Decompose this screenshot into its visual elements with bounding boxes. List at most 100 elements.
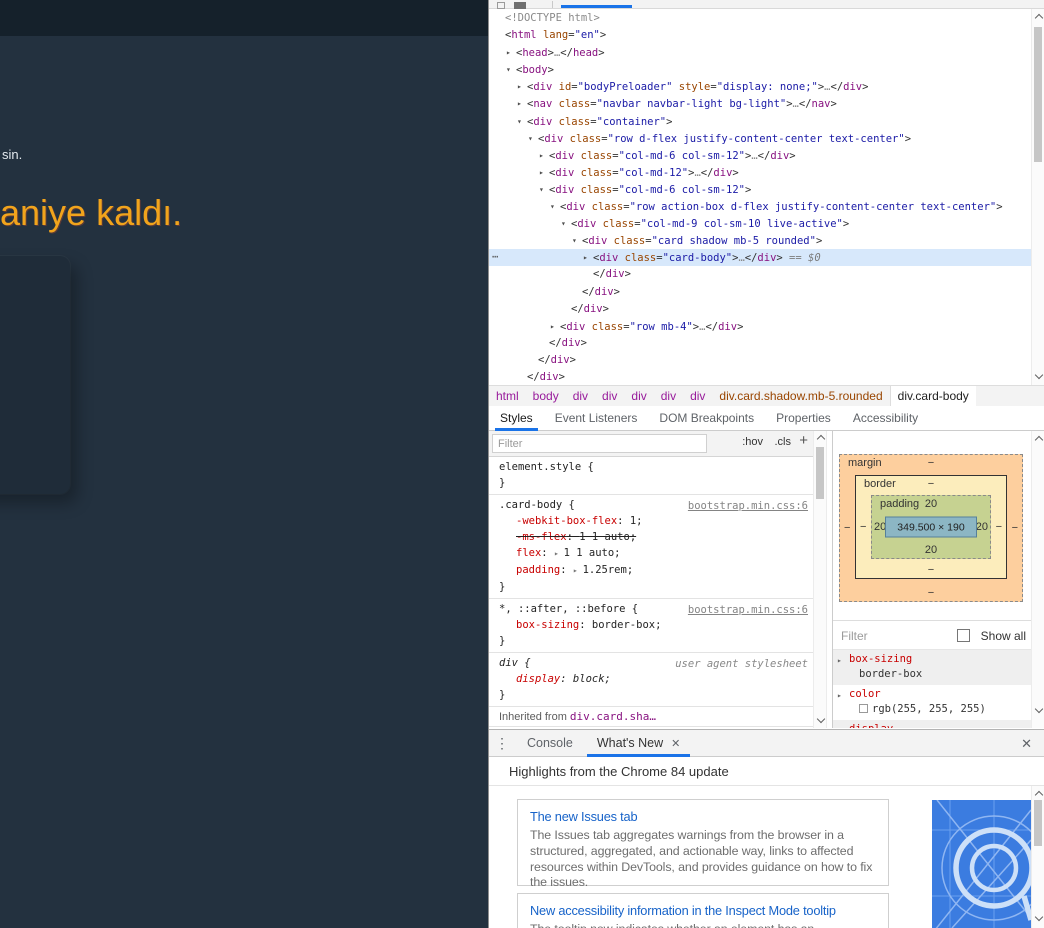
tab-console[interactable]: Console <box>515 730 585 757</box>
dom-tree-row[interactable]: ▸ <div class="row mb-4">…</div> <box>489 318 1032 335</box>
dom-tree-row[interactable]: ▾ <div class="row d-flex justify-content-… <box>489 130 1032 147</box>
dom-tree-row[interactable]: </div> <box>489 284 1032 301</box>
border-left-value[interactable]: − <box>860 521 866 533</box>
scroll-up-icon[interactable] <box>1034 790 1043 800</box>
breadcrumb-item[interactable]: body <box>526 386 566 406</box>
breadcrumb-item[interactable]: div <box>654 386 683 406</box>
dom-tree-row[interactable]: ▾ <div class="col-md-9 col-sm-10 live-act… <box>489 215 1032 232</box>
issues-tab-link[interactable]: The new Issues tab <box>530 809 876 824</box>
breadcrumb-item[interactable]: html <box>489 386 526 406</box>
computed-prop-row[interactable]: ▸display <box>833 720 1032 728</box>
scroll-up-icon[interactable] <box>816 434 825 444</box>
expand-arrow-right-icon[interactable]: ▸ <box>539 147 549 164</box>
stylesheet-link[interactable]: bootstrap.min.css:6 <box>688 602 808 618</box>
computed-prop-row[interactable]: ▸ box-sizing border-box <box>833 650 1032 685</box>
elements-scrollbar[interactable] <box>1031 9 1044 385</box>
dom-tree-row[interactable]: <html lang="en"> <box>489 27 1032 44</box>
dom-tree-row[interactable]: ▾ <div class="card shadow mb-5 rounded"> <box>489 232 1032 249</box>
scroll-down-icon[interactable] <box>1034 912 1043 922</box>
scroll-down-icon[interactable] <box>816 714 825 724</box>
styles-filter-input[interactable] <box>492 434 707 453</box>
padding-top-value[interactable]: 20 <box>925 498 937 510</box>
breadcrumb-item[interactable]: div <box>595 386 624 406</box>
border-bottom-value[interactable]: − <box>928 564 934 576</box>
dom-tree-row[interactable]: ▸ <div id="bodyPreloader" style="display:… <box>489 78 1032 95</box>
tab-styles[interactable]: Styles <box>489 406 544 431</box>
stylesheet-link[interactable]: bootstrap.min.css:6 <box>688 498 808 514</box>
style-rule[interactable]: body .card {eba.css:18 <box>489 727 813 728</box>
new-style-rule-button[interactable]: + <box>799 432 808 449</box>
expand-arrow-right-icon[interactable]: ▸ <box>506 44 516 61</box>
scrollbar-thumb[interactable] <box>1034 27 1042 162</box>
show-all-checkbox[interactable] <box>957 629 970 642</box>
expand-arrow-right-icon[interactable]: ▸ <box>517 95 527 112</box>
css-property[interactable]: -ms-flex: 1 1 auto; <box>499 529 809 545</box>
style-rule[interactable]: .card-body { bootstrap.min.css:6 -webkit-b… <box>489 495 813 599</box>
dom-tree-row[interactable]: ▸ <nav class="navbar navbar-light bg-ligh… <box>489 95 1032 112</box>
box-model-content[interactable]: 349.500 × 190 <box>885 516 977 538</box>
dom-tree-row[interactable]: ▸ <head>…</head> <box>489 44 1032 61</box>
tab-event-listeners[interactable]: Event Listeners <box>544 406 649 431</box>
breadcrumb-item-card[interactable]: div.card.shadow.mb-5.rounded <box>712 386 889 406</box>
scroll-down-icon[interactable] <box>1034 704 1043 714</box>
box-model-border[interactable]: border − − − − padding 20 20 20 20 349.5… <box>855 475 1007 579</box>
close-icon[interactable]: ✕ <box>671 738 680 750</box>
computed-prop-row[interactable]: ▸ color rgb(255, 255, 255) <box>833 685 1032 720</box>
pseudo-state-button[interactable]: :hov <box>742 436 763 448</box>
accessibility-tooltip-link[interactable]: New accessibility information in the Ins… <box>530 903 876 918</box>
kebab-menu-icon[interactable]: ⋮ <box>489 735 515 752</box>
scroll-down-icon[interactable] <box>1034 370 1043 380</box>
style-rule[interactable]: div { user agent stylesheet display: block… <box>489 653 813 707</box>
inherited-target-link[interactable]: div.card.sha… <box>570 710 656 723</box>
device-toolbar-icon[interactable] <box>514 2 526 9</box>
dom-tree-row[interactable]: ⋯ ▸ <div class="card-body">…</div> == $0 <box>489 249 1032 267</box>
style-rule[interactable]: *, ::after, ::before {bootstrap.min.css:… <box>489 599 813 653</box>
expand-arrow-right-icon[interactable]: ▸ <box>517 78 527 95</box>
tab-whats-new[interactable]: What's New ✕ <box>585 730 693 757</box>
css-property[interactable]: display: block; <box>499 671 809 687</box>
expand-arrow-down-icon[interactable]: ▾ <box>517 113 527 130</box>
computed-scrollbar[interactable] <box>1031 431 1044 728</box>
border-top-value[interactable]: − <box>928 478 934 490</box>
box-model-padding[interactable]: padding 20 20 20 20 349.500 × 190 <box>871 495 991 559</box>
css-property[interactable]: box-sizing: border-box; <box>499 617 809 633</box>
margin-right-value[interactable]: − <box>1012 522 1018 534</box>
dom-tree-row[interactable]: </div> <box>489 369 1032 385</box>
breadcrumb-item[interactable]: div <box>624 386 653 406</box>
class-toggle-button[interactable]: .cls <box>775 436 792 448</box>
css-property[interactable]: padding: ▸ 1.25rem; <box>499 562 809 579</box>
margin-top-value[interactable]: − <box>928 457 934 469</box>
expand-arrow-down-icon[interactable]: ▾ <box>539 181 549 198</box>
breadcrumb-item[interactable]: div <box>683 386 712 406</box>
chevron-right-icon[interactable]: ▸ <box>837 688 842 703</box>
dom-tree-row[interactable]: </div> <box>489 266 1032 283</box>
inspect-icon[interactable] <box>497 2 505 9</box>
drawer-close-icon[interactable]: ✕ <box>1021 736 1032 752</box>
styles-scrollbar[interactable] <box>813 431 827 728</box>
rule-selector[interactable]: .card-body { <box>499 499 575 511</box>
stylesheet-link[interactable]: user agent stylesheet <box>675 656 808 672</box>
dom-tree-row[interactable]: </div> <box>489 352 1032 369</box>
scroll-up-icon[interactable] <box>1034 435 1043 445</box>
css-property[interactable]: -webkit-box-flex: 1; <box>499 513 809 529</box>
dom-tree-row[interactable]: <!DOCTYPE html> <box>489 10 1032 27</box>
rule-selector[interactable]: element.style { <box>499 461 594 473</box>
margin-bottom-value[interactable]: − <box>928 587 934 599</box>
dom-tree-row[interactable]: ▾ <div class="col-md-6 col-sm-12"> <box>489 181 1032 198</box>
expand-arrow-down-icon[interactable]: ▾ <box>506 61 516 78</box>
rule-selector[interactable]: div { <box>499 657 531 669</box>
expand-arrow-right-icon[interactable]: ▸ <box>539 164 549 181</box>
dom-tree-row[interactable]: ▸ <div class="col-md-6 col-sm-12">…</div> <box>489 147 1032 164</box>
tab-accessibility[interactable]: Accessibility <box>842 406 929 431</box>
dom-tree-row[interactable]: </div> <box>489 301 1032 318</box>
chevron-right-icon[interactable]: ▸ <box>837 723 842 728</box>
expand-arrow-down-icon[interactable]: ▾ <box>572 232 582 249</box>
color-swatch[interactable] <box>859 704 868 713</box>
row-more-icon[interactable]: ⋯ <box>492 249 498 266</box>
breadcrumb-item-selected[interactable]: div.card-body <box>889 386 976 406</box>
expand-arrow-right-icon[interactable]: ▸ <box>550 318 560 335</box>
dom-tree-row[interactable]: ▸ <div class="col-md-12">…</div> <box>489 164 1032 181</box>
tab-dom-breakpoints[interactable]: DOM Breakpoints <box>648 406 765 431</box>
margin-left-value[interactable]: − <box>844 522 850 534</box>
tab-properties[interactable]: Properties <box>765 406 842 431</box>
